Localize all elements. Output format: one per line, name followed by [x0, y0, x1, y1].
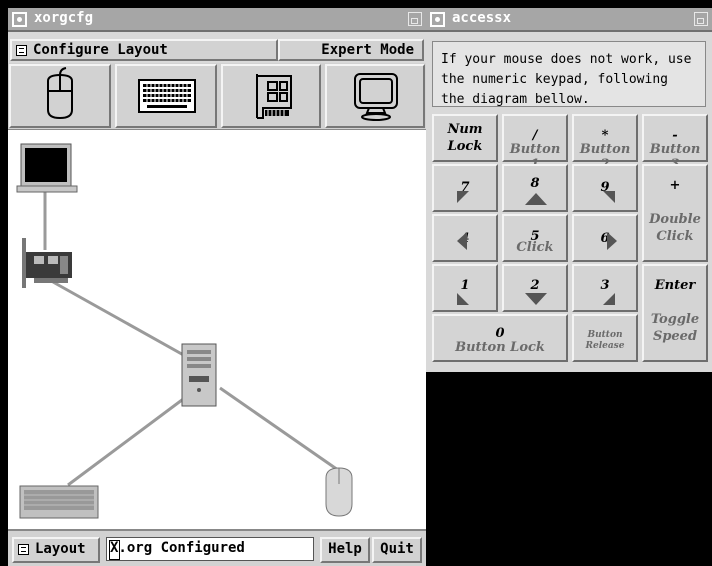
maximize-icon[interactable]	[694, 12, 708, 26]
configure-layout-menu[interactable]: Configure Layout	[10, 39, 278, 61]
enter-sub2: Speed	[652, 329, 698, 344]
key-0[interactable]: 0 Button Lock	[432, 314, 568, 362]
card-link	[52, 280, 197, 364]
key-5[interactable]: 5 Click	[502, 214, 568, 262]
key-9[interactable]: 9	[572, 164, 638, 212]
key-slash[interactable]: / Button 1	[502, 114, 568, 172]
mouse-device-icon[interactable]	[325, 467, 353, 517]
key-enter[interactable]: Enter Toggle Speed	[642, 264, 708, 362]
device-toolbar	[8, 63, 426, 129]
key-plus[interactable]: + Double Click	[642, 164, 708, 262]
key5-sub: Click	[516, 240, 554, 255]
arrow-down-right-icon	[603, 293, 615, 305]
arrow-left-icon	[457, 232, 467, 250]
key-minus[interactable]: - Button 3	[642, 114, 708, 172]
dot-sub1: Button	[587, 330, 623, 340]
keyboard-icon	[138, 79, 196, 113]
dot-sub2: Release	[585, 341, 625, 351]
maximize-icon[interactable]	[408, 12, 422, 26]
window-menu-icon[interactable]	[12, 12, 27, 27]
key-3[interactable]: 3	[572, 264, 638, 312]
key-dot[interactable]: Button Release	[572, 314, 638, 362]
monitor-device-icon[interactable]	[16, 143, 78, 193]
key3-label: 3	[600, 278, 610, 293]
video-card-tool-button[interactable]	[221, 64, 321, 128]
mouse-tool-button[interactable]	[9, 64, 111, 128]
key8-label: 8	[530, 176, 540, 191]
window-title: xorgcfg	[34, 10, 94, 26]
slash-label: /	[532, 128, 538, 143]
key-numlock[interactable]: Num Lock	[432, 114, 498, 162]
video-card-icon	[256, 74, 292, 119]
arrow-right-icon	[607, 232, 617, 250]
numeric-keypad: Num Lock / Button 1 * Button 2 - Button …	[426, 112, 712, 372]
configure-layout-label: Configure Layout	[33, 42, 168, 58]
numlock-line1: Num	[447, 122, 483, 137]
arrow-down-icon	[525, 293, 547, 305]
xorgcfg-titlebar[interactable]: xorgcfg	[8, 8, 426, 32]
mouse-icon	[47, 67, 73, 120]
help-button[interactable]: Help	[320, 537, 370, 563]
instructions-text: If your mouse does not work, use the num…	[441, 52, 692, 107]
key-7[interactable]: 7	[432, 164, 498, 212]
key2-label: 2	[530, 278, 540, 293]
enter-sub1: Toggle	[650, 312, 700, 327]
key6-label: 6	[600, 231, 610, 246]
arrow-up-right-icon	[603, 191, 615, 203]
video-card-device-icon[interactable]	[22, 238, 72, 288]
key-1[interactable]: 1	[432, 264, 498, 312]
plus-label: +	[669, 178, 681, 193]
arrow-up-icon	[525, 193, 547, 205]
expert-mode-label: Expert Mode	[321, 42, 414, 58]
layout-button[interactable]: Layout	[12, 537, 100, 563]
layout-canvas[interactable]	[8, 129, 426, 530]
plus-sub2: Click	[656, 229, 694, 244]
expert-mode-button[interactable]: Expert Mode	[278, 39, 424, 61]
mouse-link	[219, 386, 339, 472]
accessx-window: accessx If your mouse does not work, use…	[426, 8, 712, 372]
monitor-icon	[354, 73, 398, 121]
window-menu-icon[interactable]	[430, 12, 445, 27]
help-button-label: Help	[328, 541, 362, 557]
key-6[interactable]: 6	[572, 214, 638, 262]
key0-sub: Button Lock	[455, 340, 545, 355]
window-title: accessx	[452, 10, 512, 26]
key1-label: 1	[460, 278, 470, 293]
layout-diagram	[16, 143, 353, 519]
star-label: *	[601, 128, 609, 143]
computer-device-icon[interactable]	[181, 343, 217, 407]
minus-label: -	[672, 128, 678, 143]
arrow-up-left-icon	[457, 191, 469, 203]
menu-icon	[16, 44, 27, 56]
quit-button[interactable]: Quit	[372, 537, 422, 563]
quit-button-label: Quit	[380, 541, 414, 557]
accessx-titlebar[interactable]: accessx	[426, 8, 712, 32]
bottom-bar: Layout X.org Configured Help Quit	[8, 529, 426, 566]
text-cursor	[109, 540, 120, 560]
key-star[interactable]: * Button 2	[572, 114, 638, 172]
monitor-tool-button[interactable]	[325, 64, 425, 128]
enter-label: Enter	[654, 278, 696, 293]
numlock-line2: Lock	[447, 139, 483, 154]
keyboard-device-icon[interactable]	[19, 485, 99, 519]
keyboard-tool-button[interactable]	[115, 64, 217, 128]
status-field[interactable]: X.org Configured	[106, 537, 314, 561]
plus-sub1: Double	[649, 212, 701, 227]
key0-label: 0	[495, 326, 505, 341]
instructions-box: If your mouse does not work, use the num…	[432, 41, 706, 107]
xorgcfg-window: xorgcfg Configure Layout Expert Mode Lay…	[8, 8, 426, 566]
key-4[interactable]: 4	[432, 214, 498, 262]
key-8[interactable]: 8	[502, 164, 568, 212]
keyboard-link	[67, 386, 199, 487]
arrow-down-left-icon	[457, 293, 469, 305]
key-2[interactable]: 2	[502, 264, 568, 312]
status-text: X.org Configured	[110, 540, 245, 556]
layout-button-label: Layout	[35, 541, 86, 557]
menu-icon	[18, 543, 29, 555]
